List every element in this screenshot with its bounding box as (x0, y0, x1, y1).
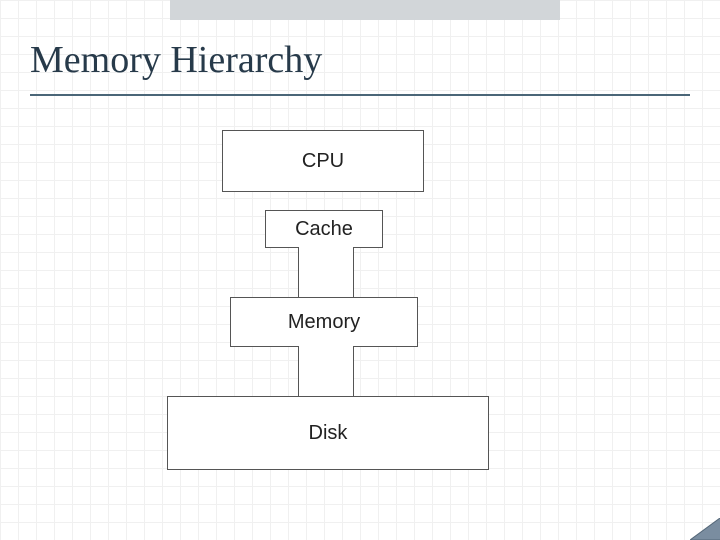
top-fade-bar (170, 0, 560, 20)
cpu-label: CPU (302, 150, 344, 173)
slide-title: Memory Hierarchy (30, 38, 322, 82)
connector-cache-memory (298, 247, 354, 297)
memory-box: Memory (230, 297, 418, 347)
connector-memory-disk (298, 346, 354, 396)
disk-label: Disk (309, 422, 348, 445)
memory-label: Memory (288, 311, 360, 334)
cache-label: Cache (295, 218, 353, 241)
cache-box: Cache (265, 210, 383, 248)
page-corner-fold-icon (690, 518, 720, 540)
title-underline (30, 94, 690, 96)
disk-box: Disk (167, 396, 489, 470)
cpu-box: CPU (222, 130, 424, 192)
